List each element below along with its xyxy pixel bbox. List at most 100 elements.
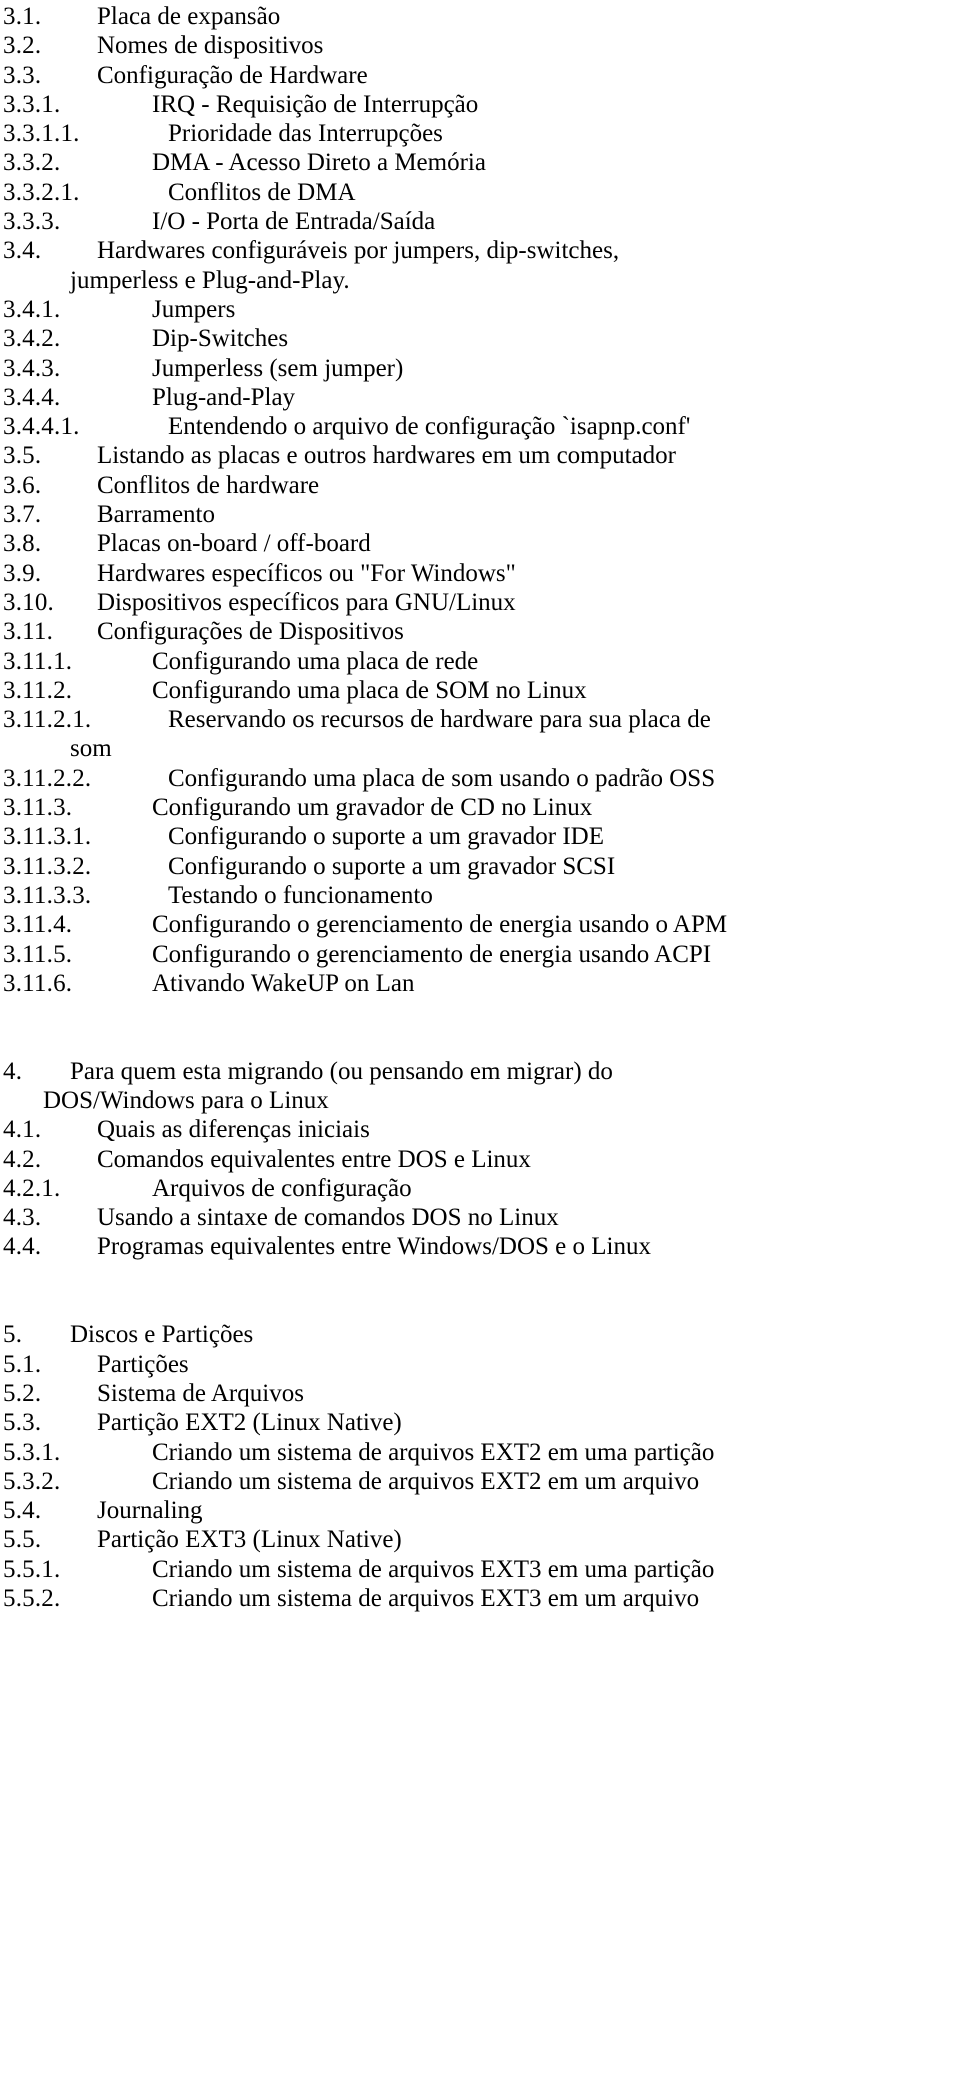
toc-entry[interactable]: 5.3.2. Criando um sistema de arquivos EXT…	[0, 1467, 960, 1496]
toc-entry-title: Plug-and-Play	[152, 383, 296, 411]
toc-entry-number: 3.11.1.	[3, 647, 73, 675]
toc-entry-title: Programas equivalentes entre Windows/DOS…	[97, 1233, 651, 1261]
toc-entry-number: 3.11.	[3, 618, 54, 646]
toc-entry-number: 3.3.3.	[3, 208, 61, 236]
toc-entry-title-line2: DOS/Windows para o Linux	[43, 1086, 329, 1114]
toc-entry[interactable]: 5.1. Partições	[0, 1350, 960, 1379]
toc-entry-number: 5.5.2.	[3, 1585, 61, 1613]
toc-entry[interactable]: 3.4.2. Dip-Switches	[0, 324, 960, 353]
toc-entry-title: Configurando uma placa de som usando o p…	[168, 764, 716, 792]
toc-entry[interactable]: 3.11.3. Configurando um gravador de CD no…	[0, 793, 960, 822]
toc-entry-number: 3.4.4.	[3, 383, 61, 411]
toc-entry[interactable]: 3.3.1.1. Prioridade das Interrupções	[0, 119, 960, 148]
toc-entry[interactable]: 3.4.4. Plug-and-Play	[0, 383, 960, 412]
toc-entry-number: 3.9.	[3, 559, 42, 587]
toc-entry-title-line1: Hardwares configuráveis por jumpers, dip…	[97, 237, 620, 265]
toc-entry[interactable]: 3.7. Barramento	[0, 500, 960, 529]
toc-entry-title-line2: som	[70, 735, 112, 763]
toc-entry[interactable]: 3.11.2.1. Reservando os recursos de hardw…	[0, 705, 960, 764]
toc-entry[interactable]: 3.8. Placas on-board / off-board	[0, 529, 960, 558]
toc-entry-title: Configurando o suporte a um gravador IDE	[168, 823, 604, 851]
toc-entry[interactable]: 3.3.2.1. Conflitos de DMA	[0, 178, 960, 207]
toc-entry-number: 5.3.1.	[3, 1438, 61, 1466]
toc-entry[interactable]: 3.3.1. IRQ - Requisição de Interrupção	[0, 90, 960, 119]
toc-entry-title-line2: jumperless e Plug-and-Play.	[70, 266, 350, 294]
toc-entry-title: DMA - Acesso Direto a Memória	[152, 149, 486, 177]
toc-entry[interactable]: 5.5.1. Criando um sistema de arquivos EXT…	[0, 1555, 960, 1584]
toc-entry-title: Configurando um gravador de CD no Linux	[152, 794, 593, 822]
toc-entry[interactable]: 3.4. Hardwares configuráveis por jumpers,…	[0, 236, 960, 295]
toc-entry-title-line1: Reservando os recursos de hardware para …	[168, 706, 711, 734]
toc-entry[interactable]: 3.2. Nomes de dispositivos	[0, 31, 960, 60]
toc-entry[interactable]: 4. Para quem esta migrando (ou pensando e…	[0, 1057, 960, 1116]
toc-entry-number: 3.4.4.1.	[3, 413, 80, 441]
toc-entry-number: 4.	[3, 1057, 23, 1085]
toc-entry[interactable]: 5.4. Journaling	[0, 1496, 960, 1525]
toc-entry-title: Para quem esta migrando (ou pensando em …	[3, 1057, 960, 1116]
toc-entry[interactable]: 3.11.1. Configurando uma placa de rede	[0, 647, 960, 676]
toc-entry-title: Entendendo o arquivo de configuração `is…	[168, 413, 691, 441]
toc-entry-title: Partição EXT3 (Linux Native)	[97, 1526, 402, 1554]
toc-entry-number: 5.3.	[3, 1409, 42, 1437]
toc-entry-title: Criando um sistema de arquivos EXT3 em u…	[152, 1585, 700, 1613]
toc-entry[interactable]: 3.11.3.1. Configurando o suporte a um gra…	[0, 822, 960, 851]
toc-entry[interactable]: 3.4.3. Jumperless (sem jumper)	[0, 354, 960, 383]
toc-entry-number: 3.11.3.1.	[3, 823, 92, 851]
toc-entry[interactable]: 3.5. Listando as placas e outros hardware…	[0, 441, 960, 470]
toc-entry-number: 3.11.2.1.	[3, 706, 92, 734]
toc-entry-number: 5.1.	[3, 1350, 42, 1378]
toc-entry[interactable]: 3.11.4. Configurando o gerenciamento de e…	[0, 910, 960, 939]
toc-entry-number: 3.1.	[3, 3, 42, 30]
toc-entry-title: Configurando o gerenciamento de energia …	[152, 940, 712, 968]
toc-entry[interactable]: 3.11. Configurações de Dispositivos	[0, 617, 960, 646]
toc-entry-title: Discos e Partições	[70, 1321, 254, 1349]
toc-entry-number: 4.3.	[3, 1204, 42, 1232]
toc-entry[interactable]: 3.3. Configuração de Hardware	[0, 61, 960, 90]
toc-entry-number: 3.3.2.1.	[3, 178, 80, 206]
toc-entry[interactable]: 3.11.5. Configurando o gerenciamento de e…	[0, 940, 960, 969]
toc-entry-title: Partição EXT2 (Linux Native)	[97, 1409, 402, 1437]
table-of-contents: 3.1. Placa de expansão 3.2. Nomes de dispos…	[0, 0, 960, 1613]
toc-entry[interactable]: 5.5.2. Criando um sistema de arquivos EXT…	[0, 1584, 960, 1613]
toc-entry-number: 5.4.	[3, 1497, 42, 1525]
toc-entry-number: 3.11.2.	[3, 676, 73, 704]
toc-entry[interactable]: 3.4.4.1. Entendendo o arquivo de configur…	[0, 412, 960, 441]
toc-entry[interactable]: 4.1. Quais as diferenças iniciais	[0, 1115, 960, 1144]
toc-entry-title: Jumperless (sem jumper)	[152, 354, 404, 382]
toc-entry-title: Usando a sintaxe de comandos DOS no Linu…	[97, 1204, 559, 1232]
toc-entry[interactable]: 3.1. Placa de expansão	[0, 2, 960, 31]
toc-entry-number: 3.11.4.	[3, 911, 73, 939]
toc-entry[interactable]: 3.11.6. Ativando WakeUP on Lan	[0, 969, 960, 998]
toc-entry[interactable]: 3.11.2.2. Configurando uma placa de som u…	[0, 764, 960, 793]
toc-entry-number: 3.4.3.	[3, 354, 61, 382]
toc-entry-number: 4.4.	[3, 1233, 42, 1261]
toc-entry[interactable]: 3.11.3.2. Configurando o suporte a um gra…	[0, 852, 960, 881]
toc-entry[interactable]: 3.3.3. I/O - Porta de Entrada/Saída	[0, 207, 960, 236]
toc-entry[interactable]: 3.11.2. Configurando uma placa de SOM no …	[0, 676, 960, 705]
toc-entry-title: Criando um sistema de arquivos EXT2 em u…	[152, 1467, 700, 1495]
toc-entry-title: Partições	[97, 1350, 189, 1378]
toc-entry-title: Barramento	[97, 501, 216, 529]
toc-entry[interactable]: 4.4. Programas equivalentes entre Windows…	[0, 1232, 960, 1261]
toc-entry-title: Arquivos de configuração	[152, 1174, 412, 1202]
toc-entry[interactable]: 5.3. Partição EXT2 (Linux Native)	[0, 1408, 960, 1437]
toc-entry[interactable]: 4.3. Usando a sintaxe de comandos DOS no …	[0, 1203, 960, 1232]
toc-entry[interactable]: 5.3.1. Criando um sistema de arquivos EXT…	[0, 1438, 960, 1467]
toc-entry[interactable]: 4.2.1. Arquivos de configuração	[0, 1174, 960, 1203]
toc-entry[interactable]: 3.10. Dispositivos específicos para GNU/L…	[0, 588, 960, 617]
toc-entry[interactable]: 3.6. Conflitos de hardware	[0, 471, 960, 500]
toc-entry-title: Configurando uma placa de SOM no Linux	[152, 676, 587, 704]
toc-entry[interactable]: 5. Discos e Partições	[0, 1320, 960, 1349]
toc-entry[interactable]: 3.11.3.3. Testando o funcionamento	[0, 881, 960, 910]
toc-entry-number: 5.	[3, 1321, 23, 1349]
toc-entry-title: Quais as diferenças iniciais	[97, 1116, 370, 1144]
toc-entry[interactable]: 4.2. Comandos equivalentes entre DOS e Li…	[0, 1145, 960, 1174]
toc-entry[interactable]: 5.2. Sistema de Arquivos	[0, 1379, 960, 1408]
toc-entry-title: Conflitos de DMA	[168, 178, 356, 206]
toc-entry[interactable]: 5.5. Partição EXT3 (Linux Native)	[0, 1525, 960, 1554]
toc-entry[interactable]: 3.3.2. DMA - Acesso Direto a Memória	[0, 148, 960, 177]
toc-entry[interactable]: 3.9. Hardwares específicos ou "For Window…	[0, 559, 960, 588]
toc-entry[interactable]: 3.4.1. Jumpers	[0, 295, 960, 324]
